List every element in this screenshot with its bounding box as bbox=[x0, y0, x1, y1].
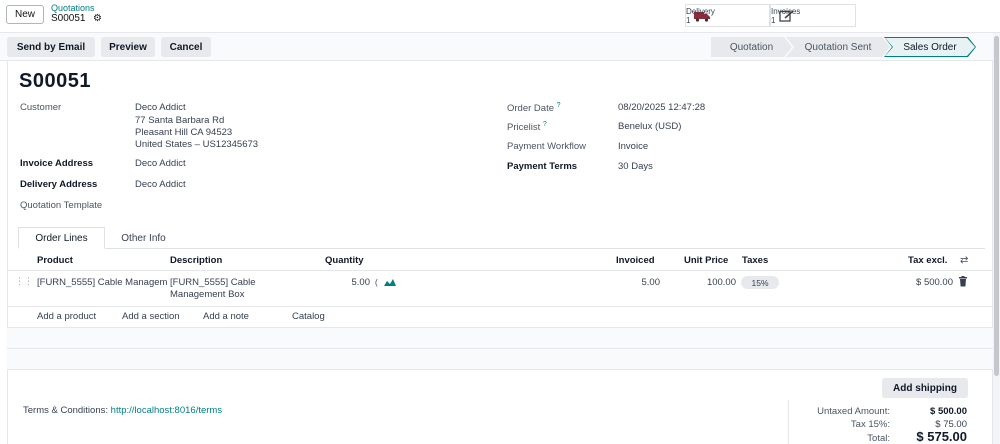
col-taxes[interactable]: Taxes bbox=[742, 255, 768, 266]
status-quotation-label: Quotation bbox=[729, 41, 774, 53]
col-tax-excl[interactable]: Tax excl. bbox=[908, 255, 947, 266]
tab-other-info[interactable]: Other Info bbox=[106, 227, 181, 249]
forecast-icon[interactable]: ( bbox=[375, 277, 397, 290]
customer-address-line2: Pleasant Hill CA 94523 bbox=[135, 127, 233, 138]
customer-name[interactable]: Deco Addict bbox=[135, 102, 186, 113]
payment-workflow-field[interactable]: Invoice bbox=[618, 141, 648, 152]
breadcrumb-parent[interactable]: Quotations bbox=[51, 3, 95, 13]
gear-icon[interactable]: ⚙ bbox=[93, 13, 102, 24]
cancel-button[interactable]: Cancel bbox=[161, 37, 211, 57]
delivery-address-field[interactable]: Deco Addict bbox=[135, 179, 186, 190]
invoice-address-label: Invoice Address bbox=[20, 158, 94, 169]
new-button[interactable]: New bbox=[6, 5, 44, 24]
top-bar: New Quotations S00051 ⚙ Delivery 1 Invoi… bbox=[0, 0, 1000, 33]
status-quotation-sent[interactable]: Quotation Sent bbox=[786, 37, 890, 57]
row-unit-price[interactable]: 100.00 bbox=[690, 277, 736, 288]
preview-button[interactable]: Preview bbox=[101, 37, 155, 57]
add-section-link[interactable]: Add a section bbox=[122, 311, 180, 322]
add-product-link[interactable]: Add a product bbox=[37, 311, 96, 322]
send-by-email-button[interactable]: Send by Email bbox=[7, 37, 95, 57]
total-value: $ 575.00 bbox=[916, 429, 967, 444]
tab-order-lines[interactable]: Order Lines bbox=[18, 227, 105, 249]
delete-row-icon[interactable] bbox=[958, 276, 968, 290]
drag-handle-icon[interactable]: ⋮⋮ bbox=[15, 276, 33, 287]
quotation-template-label: Quotation Template bbox=[20, 200, 103, 211]
order-date-field[interactable]: 08/20/2025 12:47:28 bbox=[618, 102, 705, 113]
scrollbar-thumb[interactable] bbox=[994, 36, 999, 376]
tax-badge[interactable]: 15% bbox=[741, 276, 779, 289]
delivery-label: Delivery bbox=[686, 6, 715, 16]
payment-terms-field[interactable]: 30 Days bbox=[618, 161, 653, 172]
col-unit-price[interactable]: Unit Price bbox=[684, 255, 728, 266]
pricelist-field[interactable]: Benelux (USD) bbox=[618, 121, 681, 132]
pricelist-label: Pricelist ? bbox=[507, 121, 547, 134]
svg-text:(: ( bbox=[375, 278, 378, 287]
status-sales-order[interactable]: Sales Order bbox=[884, 37, 976, 57]
col-description[interactable]: Description bbox=[170, 255, 222, 266]
status-bar: Quotation Quotation Sent Sales Order bbox=[711, 37, 976, 57]
column-settings-icon[interactable]: ⇄ bbox=[960, 255, 968, 266]
total-label: Total: bbox=[867, 433, 890, 444]
untaxed-amount-label: Untaxed Amount: bbox=[817, 406, 890, 417]
col-quantity[interactable]: Quantity bbox=[325, 255, 364, 266]
invoices-smart-button[interactable]: Invoices 1 bbox=[770, 4, 856, 27]
empty-row bbox=[7, 349, 993, 369]
customer-address-line3: United States – US12345673 bbox=[135, 139, 259, 150]
status-quotation-sent-label: Quotation Sent bbox=[804, 41, 872, 53]
payment-workflow-label: Payment Workflow bbox=[507, 141, 587, 152]
row-subtotal: $ 500.00 bbox=[916, 277, 953, 288]
add-note-link[interactable]: Add a note bbox=[203, 311, 249, 322]
col-product[interactable]: Product bbox=[37, 255, 73, 266]
empty-row bbox=[7, 328, 993, 348]
terms-label: Terms & Conditions: bbox=[23, 405, 109, 416]
row-invoiced: 5.00 bbox=[641, 277, 661, 288]
catalog-link[interactable]: Catalog bbox=[292, 311, 325, 322]
tax-label: Tax 15%: bbox=[850, 419, 890, 430]
terms-link[interactable]: http://localhost:8016/terms bbox=[111, 405, 222, 416]
row-product[interactable]: [FURN_5555] Cable Management Box bbox=[37, 277, 167, 288]
invoices-count: 1 bbox=[771, 15, 776, 25]
table-row[interactable] bbox=[7, 270, 993, 306]
invoice-address-field[interactable]: Deco Addict bbox=[135, 158, 186, 169]
invoices-label: Invoices bbox=[771, 6, 801, 16]
order-date-label: Order Date ? bbox=[507, 102, 561, 115]
delivery-smart-button[interactable]: Delivery 1 bbox=[685, 4, 770, 27]
delivery-address-label: Delivery Address bbox=[20, 179, 98, 190]
customer-label: Customer bbox=[20, 102, 62, 113]
row-description-line2[interactable]: Management Box bbox=[170, 289, 244, 300]
row-quantity[interactable]: 5.00 bbox=[340, 277, 371, 288]
row-description-line1[interactable]: [FURN_5555] Cable bbox=[170, 277, 256, 288]
order-name: S00051 bbox=[19, 70, 91, 92]
customer-address-line1: 77 Santa Barbara Rd bbox=[135, 115, 225, 126]
payment-terms-label: Payment Terms bbox=[507, 161, 578, 172]
breadcrumb-current: S00051 bbox=[51, 13, 86, 24]
status-sales-order-label: Sales Order bbox=[885, 38, 975, 56]
untaxed-amount-value: $ 500.00 bbox=[930, 406, 967, 417]
add-shipping-button[interactable]: Add shipping bbox=[882, 378, 968, 398]
status-quotation[interactable]: Quotation bbox=[711, 37, 792, 57]
col-invoiced[interactable]: Invoiced bbox=[616, 255, 655, 266]
quotation-template-field[interactable] bbox=[135, 198, 335, 212]
delivery-count: 1 bbox=[686, 15, 691, 25]
terms-conditions: Terms & Conditions: http://localhost:801… bbox=[23, 405, 222, 416]
